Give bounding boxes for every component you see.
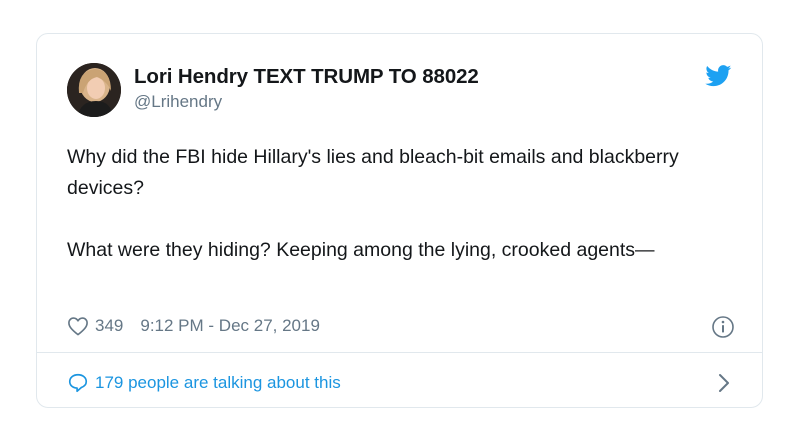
speech-bubble-icon	[68, 373, 88, 393]
twitter-bird-icon[interactable]	[705, 65, 732, 87]
info-icon[interactable]	[711, 315, 735, 339]
author-name[interactable]: Lori Hendry TEXT TRUMP TO 88022	[134, 65, 479, 89]
divider	[37, 352, 762, 353]
timestamp[interactable]: 9:12 PM - Dec 27, 2019	[140, 316, 320, 336]
conversation-link[interactable]: 179 people are talking about this	[67, 370, 734, 396]
conversation-text[interactable]: 179 people are talking about this	[95, 373, 341, 393]
heart-icon[interactable]	[67, 316, 89, 336]
tweet-header: Lori Hendry TEXT TRUMP TO 88022 @Lrihend…	[37, 34, 762, 124]
tweet-paragraph: Why did the FBI hide Hillary's lies and …	[67, 146, 679, 199]
author-handle[interactable]: @Lrihendry	[134, 92, 222, 112]
tweet-text: Why did the FBI hide Hillary's lies and …	[67, 142, 727, 266]
avatar[interactable]	[67, 63, 121, 117]
tweet-card[interactable]: Lori Hendry TEXT TRUMP TO 88022 @Lrihend…	[36, 33, 763, 408]
like-count[interactable]: 349	[95, 316, 123, 336]
tweet-paragraph: What were they hiding? Keeping among the…	[67, 239, 655, 261]
tweet-meta: 349 9:12 PM - Dec 27, 2019	[67, 312, 734, 340]
chevron-right-icon[interactable]	[718, 373, 730, 393]
